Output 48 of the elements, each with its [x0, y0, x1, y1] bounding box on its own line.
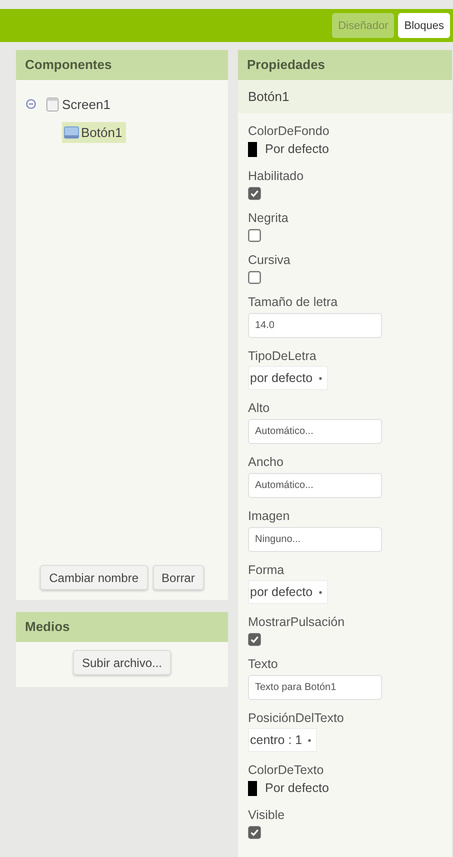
tree-item[interactable]: Screen1 — [43, 94, 114, 114]
panel-title: Componentes — [16, 50, 228, 80]
panel-title: Propiedades — [238, 50, 452, 80]
property-label: Alto — [248, 400, 271, 417]
caret-icon — [307, 738, 312, 742]
upload-button[interactable]: Subir archivo... — [72, 650, 172, 675]
property-label: MostrarPulsación — [248, 614, 346, 631]
checkbox[interactable] — [248, 271, 261, 284]
checkbox[interactable] — [248, 187, 261, 200]
property-label: TipoDeLetra — [248, 348, 318, 365]
panel-title: Medios — [16, 612, 228, 642]
input-field[interactable]: 14.0 — [248, 313, 382, 338]
panel-button[interactable]: Cambiar nombre — [40, 565, 148, 590]
property-label: Cursiva — [248, 252, 292, 269]
checkbox[interactable] — [248, 826, 261, 839]
caret-icon — [318, 376, 323, 380]
property-label: Visible — [248, 807, 286, 824]
collapse-icon[interactable] — [26, 99, 36, 109]
caret-icon — [318, 590, 323, 594]
property-label: Ancho — [248, 454, 284, 471]
property-label: Negrita — [248, 210, 290, 227]
property-label: ColorDeTexto — [248, 762, 325, 779]
property-label: Forma — [248, 562, 286, 579]
color-value[interactable]: Por defecto — [265, 781, 329, 795]
dropdown[interactable]: por defecto — [248, 366, 328, 390]
input-field[interactable]: Automático... — [248, 419, 382, 444]
button-component-icon — [64, 124, 79, 140]
property-label: Habilitado — [248, 168, 305, 185]
color-swatch[interactable] — [248, 780, 257, 796]
component-name: Botón1 — [238, 80, 452, 113]
property-label: PosiciónDelTexto — [248, 710, 345, 727]
input-field[interactable]: Automático... — [248, 473, 382, 498]
tree-item[interactable]: Botón1 — [62, 122, 126, 142]
view-tab[interactable]: Bloques — [398, 13, 450, 38]
input-field[interactable]: Ninguno... — [248, 527, 382, 552]
color-value[interactable]: Por defecto — [265, 142, 329, 156]
checkbox[interactable] — [248, 229, 261, 242]
property-label: Texto — [248, 656, 279, 673]
checkbox[interactable] — [248, 633, 261, 646]
property-label: Imagen — [248, 508, 291, 525]
input-field[interactable]: Texto para Botón1 — [248, 675, 382, 700]
property-label: ColorDeFondo — [248, 123, 330, 140]
color-swatch[interactable] — [248, 142, 257, 156]
panel-button[interactable]: Borrar — [152, 565, 204, 590]
dropdown[interactable]: por defecto — [248, 580, 328, 604]
dropdown[interactable]: centro : 1 — [248, 728, 318, 752]
screen-icon — [45, 96, 60, 112]
property-label: Tamaño de letra — [248, 294, 339, 311]
